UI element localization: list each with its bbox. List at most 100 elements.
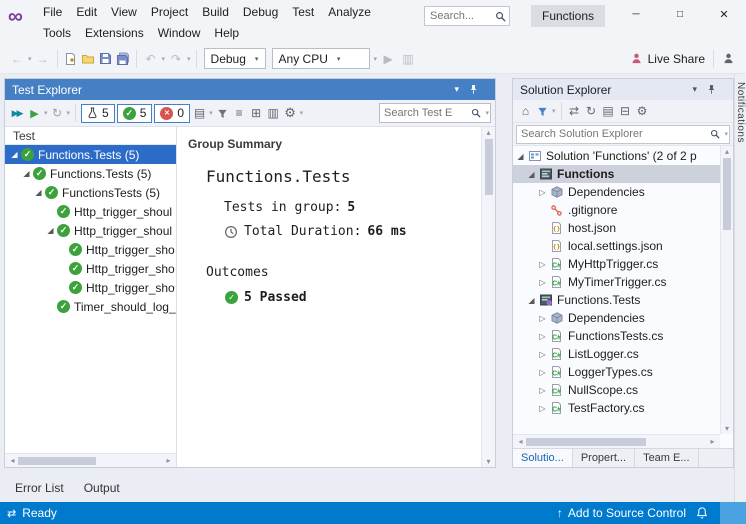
hierarchy-button[interactable]: ⊞ — [248, 103, 265, 124]
toolbar-extra-icon[interactable]: ▥ — [399, 48, 417, 70]
expand-icon[interactable]: ▷ — [537, 332, 548, 341]
run-all-tests-button[interactable]: ▶▶ — [9, 103, 26, 124]
repeat-last-run-button[interactable]: ↻ — [49, 103, 66, 124]
collapse-icon[interactable]: ◢ — [9, 150, 20, 159]
notifications-tab[interactable]: Notifications — [734, 74, 746, 502]
test-search-input[interactable] — [380, 107, 467, 119]
tab-propert[interactable]: Propert... — [573, 449, 635, 467]
solution-tree-item[interactable]: ▷C#TestFactory.cs — [513, 399, 720, 417]
menu-file[interactable]: File — [36, 2, 69, 22]
solution-tree-item[interactable]: ▷C#LoggerTypes.cs — [513, 363, 720, 381]
horizontal-scrollbar[interactable]: ◂ ▸ — [513, 434, 720, 448]
navigate-forward-button[interactable]: → — [34, 48, 52, 70]
redo-button[interactable]: ↷ — [167, 48, 185, 70]
filter-icon[interactable] — [534, 101, 551, 121]
solution-tree-item[interactable]: ▷C#ListLogger.cs — [513, 345, 720, 363]
filter-failed-tests-button[interactable]: ✕ 0 — [154, 104, 190, 123]
navigate-back-button[interactable]: ← — [8, 48, 26, 70]
solution-tree-item[interactable]: {}host.json — [513, 219, 720, 237]
toolbar-options-caret-icon[interactable]: ▾ — [374, 55, 378, 63]
tab-solutio[interactable]: Solutio... — [513, 449, 573, 467]
collapse-all-icon[interactable]: ⊟ — [617, 101, 634, 121]
solution-tree-item[interactable]: {}local.settings.json — [513, 237, 720, 255]
search-options-caret-icon[interactable]: ▾ — [724, 130, 728, 138]
solution-platforms-dropdown[interactable]: Any CPU ▾ — [272, 48, 370, 69]
scroll-down-icon[interactable]: ▾ — [483, 457, 494, 466]
test-tree-item[interactable]: ✓Http_trigger_shoul — [5, 202, 176, 221]
menu-project[interactable]: Project — [144, 2, 195, 22]
test-tree-item[interactable]: ✓Timer_should_log_ — [5, 297, 176, 316]
properties-gear-icon[interactable]: ⚙ — [634, 101, 651, 121]
solution-tree-item[interactable]: ▷C#FunctionsTests.cs — [513, 327, 720, 345]
maximize-button[interactable]: □ — [658, 0, 702, 28]
test-tree-column-header[interactable]: Test — [5, 127, 176, 145]
solution-tree-item[interactable]: .gitignore — [513, 201, 720, 219]
collapse-icon[interactable]: ◢ — [526, 296, 537, 305]
solution-tree-item[interactable]: ▷Dependencies — [513, 183, 720, 201]
collapse-icon[interactable]: ◢ — [33, 188, 44, 197]
tab-teame[interactable]: Team E... — [635, 449, 698, 467]
scroll-right-icon[interactable]: ▸ — [163, 456, 174, 465]
test-tree-item[interactable]: ◢✓Functions.Tests (5) — [5, 164, 176, 183]
test-explorer-header[interactable]: Test Explorer ▾ — [5, 79, 495, 100]
filter-passed-tests-button[interactable]: ✓ 5 — [117, 104, 153, 123]
expand-icon[interactable]: ▷ — [537, 386, 548, 395]
bell-icon[interactable] — [696, 506, 708, 520]
group-by-button[interactable]: ≡ — [231, 103, 248, 124]
expand-icon[interactable]: ▷ — [537, 368, 548, 377]
pin-icon[interactable] — [706, 84, 717, 95]
feedback-icon[interactable] — [722, 52, 735, 65]
solution-tree-item[interactable]: ◢Solution 'Functions' (2 of 2 p — [513, 147, 720, 165]
expand-icon[interactable]: ▷ — [537, 188, 548, 197]
scroll-left-icon[interactable]: ◂ — [515, 437, 526, 446]
solution-search-box[interactable]: ▾ — [516, 125, 730, 144]
solution-tree-item[interactable]: ▷C#MyHttpTrigger.cs — [513, 255, 720, 273]
refresh-icon[interactable]: ↻ — [583, 101, 600, 121]
sync-with-active-document-icon[interactable]: ⇄ — [566, 101, 583, 121]
solution-tree-item[interactable]: ▷C#MyTimerTrigger.cs — [513, 273, 720, 291]
window-position-icon[interactable]: ▾ — [454, 85, 459, 94]
save-icon[interactable] — [99, 52, 112, 65]
scrollbar-thumb[interactable] — [18, 457, 96, 465]
tab-output[interactable]: Output — [75, 478, 129, 498]
test-tree-item[interactable]: ✓Http_trigger_sho — [5, 259, 176, 278]
add-to-source-control-button[interactable]: ↑ Add to Source Control — [557, 506, 686, 520]
scroll-down-icon[interactable]: ▾ — [722, 424, 733, 433]
menu-test[interactable]: Test — [285, 2, 321, 22]
filter-all-tests-button[interactable]: 5 — [81, 104, 115, 123]
test-tree-item[interactable]: ✓Http_trigger_sho — [5, 278, 176, 297]
collapse-icon[interactable]: ◢ — [515, 152, 526, 161]
menu-debug[interactable]: Debug — [236, 2, 285, 22]
run-options-caret-icon[interactable]: ▾ — [44, 109, 48, 117]
solution-tree-item[interactable]: ▷C#NullScope.cs — [513, 381, 720, 399]
pin-icon[interactable] — [468, 84, 479, 95]
menu-edit[interactable]: Edit — [69, 2, 104, 22]
test-tree-item[interactable]: ◢✓Functions.Tests (5) — [5, 145, 176, 164]
open-folder-icon[interactable] — [81, 52, 95, 65]
scroll-right-icon[interactable]: ▸ — [707, 437, 718, 446]
test-tree-item[interactable]: ✓Http_trigger_sho — [5, 240, 176, 259]
solution-explorer-header[interactable]: Solution Explorer ▾ — [513, 79, 733, 100]
expand-icon[interactable]: ▷ — [537, 314, 548, 323]
scrollbar-thumb[interactable] — [723, 158, 731, 230]
expand-icon[interactable]: ▷ — [537, 404, 548, 413]
home-icon[interactable]: ⌂ — [517, 101, 534, 121]
close-button[interactable]: ✕ — [702, 0, 746, 28]
menu-analyze[interactable]: Analyze — [321, 2, 378, 22]
playlist-button[interactable]: ▤ — [191, 103, 208, 124]
expand-icon[interactable]: ▷ — [537, 260, 548, 269]
save-all-icon[interactable] — [116, 52, 130, 66]
window-position-icon[interactable]: ▾ — [692, 85, 697, 94]
expand-icon[interactable]: ▷ — [537, 350, 548, 359]
menu-view[interactable]: View — [104, 2, 144, 22]
horizontal-scrollbar[interactable]: ◂ ▸ — [5, 453, 176, 467]
scroll-up-icon[interactable]: ▴ — [483, 128, 494, 137]
menu-extensions[interactable]: Extensions — [78, 23, 151, 43]
menu-help[interactable]: Help — [207, 23, 246, 43]
filter-button[interactable] — [214, 103, 231, 124]
solution-configurations-dropdown[interactable]: Debug ▾ — [204, 48, 266, 69]
start-button[interactable]: ▶ — [379, 48, 397, 70]
test-search-box[interactable]: ▾ — [379, 103, 491, 123]
settings-gear-icon[interactable]: ⚙ — [282, 103, 299, 124]
layers-button[interactable]: ▥ — [265, 103, 282, 124]
